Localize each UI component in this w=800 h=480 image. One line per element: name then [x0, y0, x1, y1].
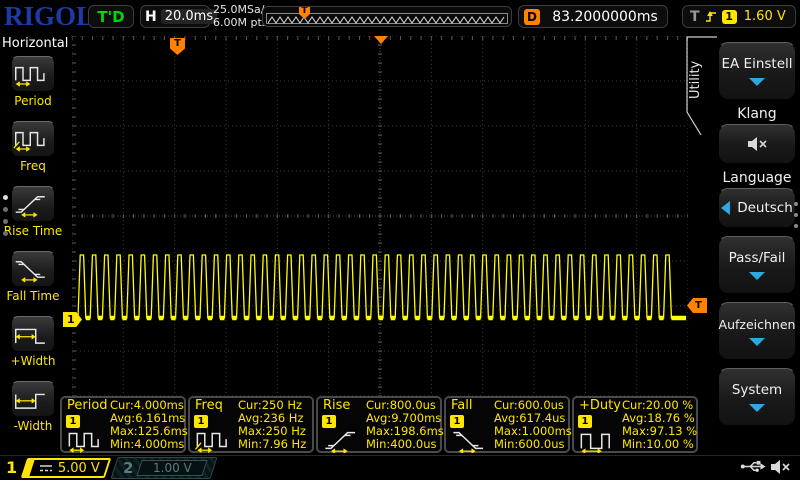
coupling-dc-icon	[39, 463, 53, 473]
scroll-indicator-dot	[3, 207, 8, 212]
menu-section-title: Utility	[688, 44, 703, 116]
pos-duty-icon	[576, 427, 622, 453]
softkey-neg-width[interactable]: -Width	[2, 381, 64, 433]
fall-time-icon	[448, 427, 494, 453]
trigger-source-badge: 1	[722, 10, 737, 24]
h-label: H	[145, 9, 157, 25]
trigger-settings-box[interactable]: T 1 1.60 V	[682, 5, 796, 28]
menu-item-language[interactable]: Deutsch	[718, 188, 796, 228]
horizontal-timebase-box[interactable]: H 20.0ms	[140, 5, 210, 28]
neg-width-icon	[13, 385, 53, 413]
menu-item-system[interactable]: System	[718, 368, 796, 426]
menu-item-klang[interactable]	[718, 124, 796, 164]
rising-edge-icon	[705, 9, 717, 24]
menu-page-dot	[794, 213, 798, 217]
trigger-label: T	[690, 9, 700, 25]
channel2-number: 2	[123, 459, 133, 477]
scroll-indicator-dot	[3, 219, 8, 224]
softkey-label: Period	[2, 94, 64, 108]
measurement-period[interactable]: Period 1 Cur:4.000ms Avg:6.161ms Max:125…	[60, 396, 186, 453]
channel2-status[interactable]: 2 1.00 V	[110, 457, 217, 479]
speaker-muted-icon	[745, 135, 769, 153]
horizontal-center-marker[interactable]	[374, 36, 388, 44]
softkey-label: Fall Time	[2, 289, 64, 303]
usb-icon	[740, 459, 766, 474]
rise-time-icon	[320, 427, 366, 453]
fall-time-icon	[13, 255, 53, 283]
softkey-label: +Width	[2, 354, 64, 368]
menu-label-klang: Klang	[718, 106, 796, 122]
top-status-bar: RIGOL T'D H 20.0ms 25.0MSa/s 6.00M pts T…	[0, 0, 800, 33]
softkey-period[interactable]: Period	[2, 56, 64, 108]
left-menu-title: Horizontal	[2, 36, 68, 51]
menu-page-dot	[794, 202, 798, 206]
softkey-fall-time[interactable]: Fall Time	[2, 251, 64, 303]
option-arrow-icon	[721, 201, 730, 215]
freq-icon	[13, 125, 53, 153]
softkey-label: Rise Time	[2, 224, 64, 238]
channel1-scale-box[interactable]: 5.00 V	[21, 458, 111, 478]
speaker-muted-icon	[768, 458, 792, 476]
softkey-rise-time[interactable]: Rise Time	[2, 186, 64, 238]
submenu-arrow-icon	[749, 78, 765, 86]
measurement-freq[interactable]: Freq 1 Cur:250 Hz Avg:236 Hz Max:250 Hz …	[188, 396, 314, 453]
scroll-indicator-dot	[3, 195, 8, 200]
menu-page-dot	[794, 224, 798, 228]
softkey-pos-width[interactable]: +Width	[2, 316, 64, 368]
channel2-scale-box: 1.00 V	[137, 460, 208, 476]
softkey-label: -Width	[2, 419, 64, 433]
measurement-pos-duty[interactable]: +Duty 1 Cur:20.00 % Avg:18.76 % Max:97.1…	[572, 396, 698, 453]
rigol-logo: RIGOL	[4, 1, 94, 32]
period-icon	[64, 427, 110, 453]
period-icon	[13, 60, 53, 88]
submenu-arrow-icon	[749, 338, 765, 346]
measurement-fall[interactable]: Fall 1 Cur:600.0us Avg:617.4us Max:1.000…	[444, 396, 570, 453]
freq-icon	[192, 427, 238, 453]
submenu-arrow-icon	[749, 404, 765, 412]
scroll-indicator-dot	[3, 231, 8, 236]
timebase-value: 20.0ms	[161, 9, 217, 24]
softkey-freq[interactable]: Freq	[2, 121, 64, 173]
delay-value: 83.2000000ms	[548, 9, 662, 25]
pos-width-icon	[13, 320, 53, 348]
waveform-preview-bar[interactable]: T	[262, 6, 512, 27]
trigger-level-marker[interactable]: T	[687, 298, 707, 313]
delay-badge: D	[524, 9, 540, 25]
rise-time-icon	[13, 190, 53, 218]
oscilloscope-screen: { "topbar": { "logo": "RIGOL", "trigger_…	[0, 0, 800, 480]
menu-label-language: Language	[718, 170, 796, 186]
trigger-level-value: 1.60 V	[742, 9, 788, 24]
measurement-rise[interactable]: Rise 1 Cur:800.0us Avg:9.700ms Max:198.6…	[316, 396, 442, 453]
channel1-number[interactable]: 1	[6, 458, 17, 477]
menu-item-pass-fail[interactable]: Pass/Fail	[718, 236, 796, 294]
trigger-status-text: T'D	[97, 8, 124, 26]
graticule-display	[72, 36, 688, 396]
trigger-delay-box[interactable]: D 83.2000000ms	[518, 5, 668, 28]
submenu-arrow-icon	[749, 272, 765, 280]
softkey-label: Freq	[2, 159, 64, 173]
menu-item-aufzeichnen[interactable]: Aufzeichnen	[718, 302, 796, 360]
menu-item-ea-einstell[interactable]: EA Einstell	[718, 42, 796, 100]
trigger-status-badge: T'D	[88, 5, 134, 28]
